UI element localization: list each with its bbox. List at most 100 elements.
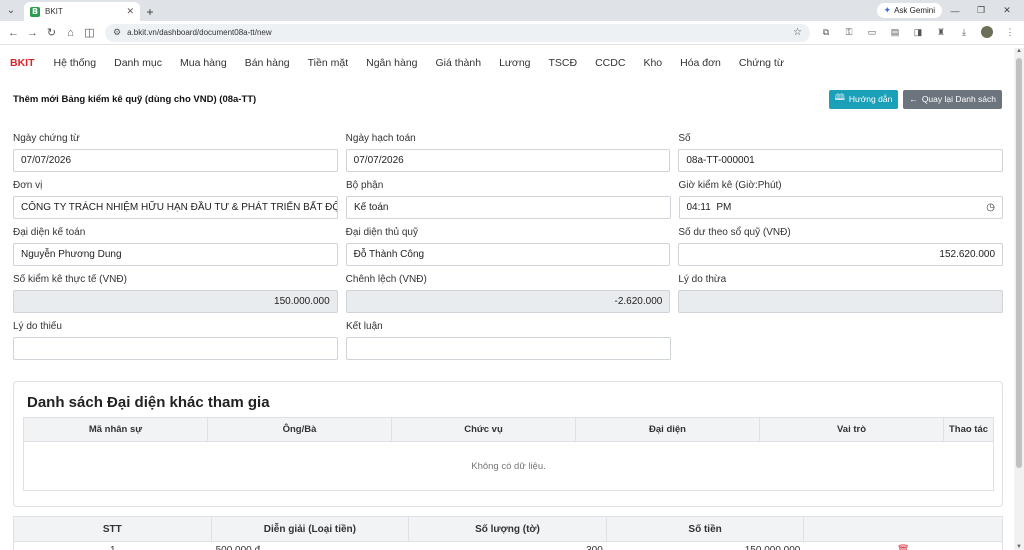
page-scrollbar[interactable]: ▲ ▼ — [1014, 48, 1024, 550]
menu-gia-thanh[interactable]: Giá thành — [436, 57, 482, 69]
denomination-header-row: STT Diễn giải (Loại tiền) Số lượng (tờ) … — [14, 517, 1002, 541]
ly-do-thua-field — [678, 290, 1004, 313]
page-title: Thêm mới Bảng kiểm kê quỹ (dùng cho VND)… — [13, 93, 257, 105]
extension-icons: ⧉ ⚿ ▭ ▤ ◨ ♜ ⤓ ⋮ — [816, 25, 1020, 40]
tab-title: BKIT — [45, 7, 63, 16]
ngay-hach-toan-label: Ngày hạch toán — [345, 133, 416, 144]
so-kiem-ke-thuc-te-field: 150.000.000 — [13, 290, 338, 313]
dai-dien-ke-toan-field[interactable]: Nguyễn Phương Dung — [13, 243, 338, 266]
new-tab-plus-icon[interactable]: + — [140, 2, 160, 21]
menu-luong[interactable]: Lương — [499, 57, 530, 69]
col-so-tien: Số tiền — [607, 517, 805, 541]
so-kiem-ke-thuc-te-label: Số kiểm kê thực tế (VNĐ) — [13, 274, 127, 285]
bookmark-star-icon[interactable]: ☆ — [793, 27, 802, 38]
menu-ban-hang[interactable]: Bán hàng — [245, 57, 290, 69]
col-chuc-vu[interactable]: Chức vụ — [392, 418, 576, 441]
empty-message: Không có dữ liệu. — [471, 460, 546, 472]
sidebar-icon[interactable]: ◫ — [80, 26, 99, 39]
browser-tab[interactable]: B BKIT ✕ — [24, 2, 140, 21]
gio-kiem-ke-field[interactable]: 04:11 PM ◷ — [678, 196, 1003, 219]
scroll-up-arrow-icon[interactable]: ▲ — [1014, 48, 1024, 54]
col-vai-tro[interactable]: Vai trò — [760, 418, 944, 441]
so-label: Số — [678, 133, 691, 144]
window-controls: — ❐ ✕ — [942, 0, 1020, 21]
guide-button[interactable]: 🕮 Hướng dẫn — [828, 89, 899, 109]
ngay-hach-toan-field[interactable]: 07/07/2026 — [345, 149, 671, 172]
col-ong-ba[interactable]: Ông/Bà — [208, 418, 392, 441]
restore-icon[interactable]: ❐ — [968, 5, 994, 16]
dai-dien-thu-quy-field[interactable]: Đỗ Thành Công — [345, 243, 671, 266]
menu-tscd[interactable]: TSCĐ — [549, 57, 578, 69]
gio-kiem-ke-label: Giờ kiểm kê (Giờ:Phút) — [678, 180, 782, 191]
page-header: Thêm mới Bảng kiểm kê quỹ (dùng cho VND)… — [13, 89, 1002, 109]
home-icon[interactable]: ⌂ — [61, 27, 80, 39]
col-so-luong: Số lượng (tờ) — [409, 517, 607, 541]
chenh-lech-label: Chênh lệch (VNĐ) — [345, 274, 427, 285]
card-icon[interactable]: ▭ — [862, 27, 882, 38]
extension-robot-icon[interactable]: ♜ — [931, 27, 951, 38]
ask-gemini-label: Ask Gemini — [894, 6, 935, 15]
guide-label: Hướng dẫn — [848, 94, 893, 104]
bo-phan-field[interactable]: Kế toán — [346, 196, 671, 219]
tab-close-icon[interactable]: ✕ — [126, 6, 134, 17]
bkit-favicon-icon: B — [30, 6, 40, 17]
brand-logo[interactable]: BKIT — [10, 57, 35, 69]
delete-trash-icon[interactable]: 🗑 — [804, 542, 1002, 550]
menu-ccdc[interactable]: CCDC — [595, 57, 625, 69]
menu-ngan-hang[interactable]: Ngân hàng — [366, 57, 417, 69]
gio-kiem-ke-value: 04:11 PM — [686, 202, 732, 213]
gemini-sparkle-icon: ✦ — [883, 5, 892, 15]
ngay-chung-tu-field[interactable]: 07/07/2026 — [13, 149, 338, 172]
col-ma-nhan-su[interactable]: Mã nhân sự — [24, 418, 208, 441]
menu-tien-mat[interactable]: Tiền mặt — [308, 57, 348, 69]
minimize-icon[interactable]: — — [942, 6, 968, 16]
clock-icon[interactable]: ◷ — [986, 202, 995, 213]
tab-list-chevron-icon[interactable]: ⌄ — [0, 0, 22, 21]
don-vi-label: Đơn vị — [13, 180, 43, 191]
arrow-left-icon: ← — [909, 94, 918, 104]
back-to-list-button[interactable]: ← Quay lại Danh sách — [903, 89, 1002, 109]
participants-header-row: Mã nhân sự Ông/Bà Chức vụ Đại diện Vai t… — [24, 418, 993, 442]
ly-do-thieu-field[interactable] — [13, 337, 338, 360]
menu-mua-hang[interactable]: Mua hàng — [180, 57, 227, 69]
don-vi-field[interactable]: CÔNG TY TRÁCH NHIỆM HỮU HẠN ĐẦU TƯ & PHÁ… — [13, 196, 338, 219]
ket-luan-field[interactable] — [346, 337, 671, 360]
main-menu-bar: BKIT Hệ thống Danh mục Mua hàng Bán hàng… — [0, 48, 1024, 78]
browser-menu-icon[interactable]: ⋮ — [1000, 27, 1020, 38]
ngay-chung-tu-label: Ngày chứng từ — [13, 133, 80, 144]
col-thao-tac: Thao tác — [948, 424, 989, 435]
reading-list-icon[interactable]: ▤ — [885, 27, 905, 38]
reload-icon[interactable]: ↻ — [42, 26, 61, 39]
inventory-form: Ngày chứng từ 07/07/2026 Ngày hạch toán … — [13, 131, 1004, 366]
menu-chung-tu[interactable]: Chứng từ — [739, 57, 784, 69]
so-field[interactable]: 08a-TT-000001 — [678, 149, 1004, 172]
scroll-down-arrow-icon[interactable]: ▼ — [1014, 544, 1024, 550]
download-icon[interactable]: ⤓ — [954, 27, 974, 38]
split-view-icon[interactable]: ◨ — [908, 27, 928, 38]
back-arrow-icon[interactable]: ← — [4, 27, 23, 39]
menu-hoa-don[interactable]: Hóa đơn — [680, 57, 721, 69]
browser-tab-bar: ⌄ B BKIT ✕ + ✦ Ask Gemini — ❐ ✕ — [0, 0, 1024, 21]
extension-puzzle-icon[interactable]: ⧉ — [816, 27, 836, 38]
row-so-luong[interactable]: 300 — [409, 542, 607, 550]
ask-gemini-button[interactable]: ✦ Ask Gemini — [876, 3, 942, 18]
participants-table: Mã nhân sự Ông/Bà Chức vụ Đại diện Vai t… — [23, 417, 994, 491]
row-dien-giai[interactable]: 500.000 đ — [212, 542, 410, 550]
password-key-icon[interactable]: ⚿ — [839, 27, 859, 38]
col-dai-dien[interactable]: Đại diện — [576, 418, 760, 441]
so-du-theo-so-quy-field[interactable]: 152.620.000 — [678, 243, 1004, 266]
url-text: a.bkit.vn/dashboard/document08a-tt/new — [127, 28, 272, 37]
menu-he-thong[interactable]: Hệ thống — [54, 57, 97, 69]
profile-avatar[interactable] — [977, 25, 997, 40]
scrollbar-thumb[interactable] — [1016, 58, 1022, 468]
site-info-icon[interactable]: ⚙ — [113, 27, 121, 38]
table-row: 1 500.000 đ 300 150.000.000 🗑 — [14, 541, 1002, 550]
header-actions: 🕮 Hướng dẫn ← Quay lại Danh sách — [828, 89, 1002, 109]
menu-danh-muc[interactable]: Danh mục — [114, 57, 162, 69]
close-window-icon[interactable]: ✕ — [994, 5, 1020, 16]
denomination-table: STT Diễn giải (Loại tiền) Số lượng (tờ) … — [13, 516, 1003, 550]
menu-kho[interactable]: Kho — [643, 57, 662, 69]
forward-arrow-icon[interactable]: → — [23, 27, 42, 39]
address-bar[interactable]: ⚙ a.bkit.vn/dashboard/document08a-tt/new… — [105, 23, 810, 42]
so-du-theo-so-quy-label: Số dư theo sổ quỹ (VNĐ) — [678, 227, 791, 238]
